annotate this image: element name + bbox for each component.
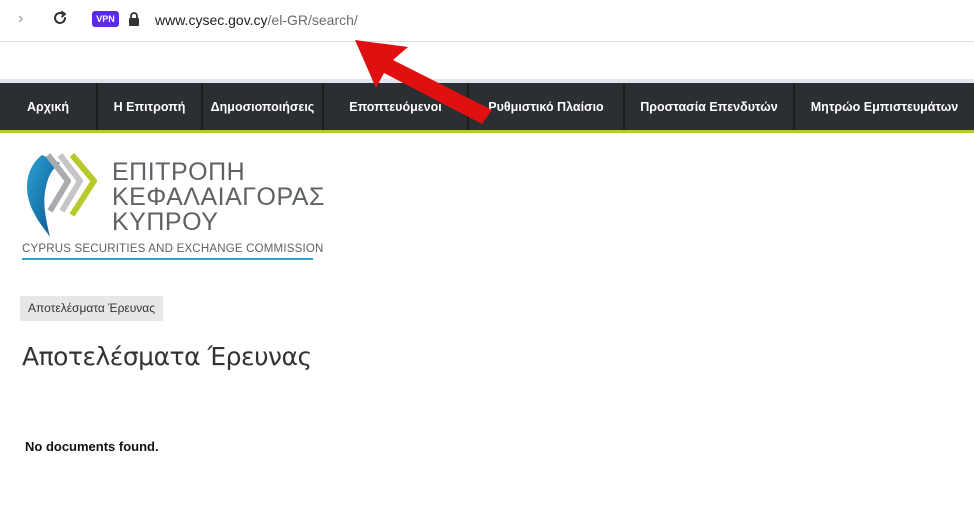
nav-item-label: Ρυθμιστικό Πλαίσιο xyxy=(488,99,604,114)
logo-line-3: ΚΥΠΡΟΥ xyxy=(112,208,219,236)
cysec-logo[interactable]: ΕΠΙΤΡΟΠΗ ΚΕΦΑΛΑΙΑΓΟΡΑΣ ΚΥΠΡΟΥ CYPRUS SEC… xyxy=(20,153,324,263)
nav-item-commission[interactable]: Η Επιτροπή xyxy=(98,83,203,130)
nav-item-announcements[interactable]: Δημοσιοποιήσεις xyxy=(203,83,324,130)
nav-item-label: Μητρώο Εμπιστευμάτων xyxy=(810,99,959,114)
url-domain: www.cysec.gov.cy xyxy=(155,12,268,28)
cysec-logo-mark-icon xyxy=(27,153,97,237)
nav-item-regulatory-framework[interactable]: Ρυθμιστικό Πλαίσιο xyxy=(469,83,625,130)
nav-item-label: Αρχική xyxy=(26,99,70,114)
reload-icon[interactable] xyxy=(51,8,69,28)
nav-item-label: Δημοσιοποιήσεις xyxy=(210,99,315,114)
address-bar[interactable]: www.cysec.gov.cy/el-GR/search/ xyxy=(155,11,358,29)
page-title: Αποτελέσματα Έρευνας xyxy=(22,342,312,371)
url-path: /el-GR/search/ xyxy=(267,12,358,28)
logo-line-1: ΕΠΙΤΡΟΠΗ xyxy=(112,158,246,186)
nav-accent-bar xyxy=(0,130,974,133)
logo-line-2: ΚΕΦΑΛΑΙΑΓΟΡΑΣ xyxy=(112,183,325,211)
nav-item-trust-registry[interactable]: Μητρώο Εμπιστευμάτων xyxy=(795,83,974,130)
nav-item-supervised[interactable]: Εποπτευόμενοι xyxy=(324,83,469,130)
nav-item-label: Προστασία Επενδυτών xyxy=(640,99,778,114)
logo-underline xyxy=(22,258,313,260)
logo-wordmark: ΕΠΙΤΡΟΠΗ ΚΕΦΑΛΑΙΑΓΟΡΑΣ ΚΥΠΡΟΥ xyxy=(112,160,325,235)
nav-item-label: Η Επιτροπή xyxy=(113,99,186,114)
browser-toolbar: › VPN www.cysec.gov.cy/el-GR/search/ xyxy=(0,0,974,42)
nav-item-home[interactable]: Αρχική xyxy=(0,83,98,130)
nav-item-investor-protection[interactable]: Προστασία Επενδυτών xyxy=(625,83,795,130)
forward-icon[interactable]: › xyxy=(18,10,32,28)
lock-icon[interactable] xyxy=(128,11,140,27)
nav-item-label: Εποπτευόμενοι xyxy=(349,99,442,114)
logo-subtitle: CYPRUS SECURITIES AND EXCHANGE COMMISSIO… xyxy=(22,243,324,255)
breadcrumb: Αποτελέσματα Έρευνας xyxy=(20,296,164,321)
main-navigation: Αρχική Η Επιτροπή Δημοσιοποιήσεις Εποπτε… xyxy=(0,83,974,130)
no-results-message: No documents found. xyxy=(25,439,159,454)
vpn-badge[interactable]: VPN xyxy=(92,11,119,27)
